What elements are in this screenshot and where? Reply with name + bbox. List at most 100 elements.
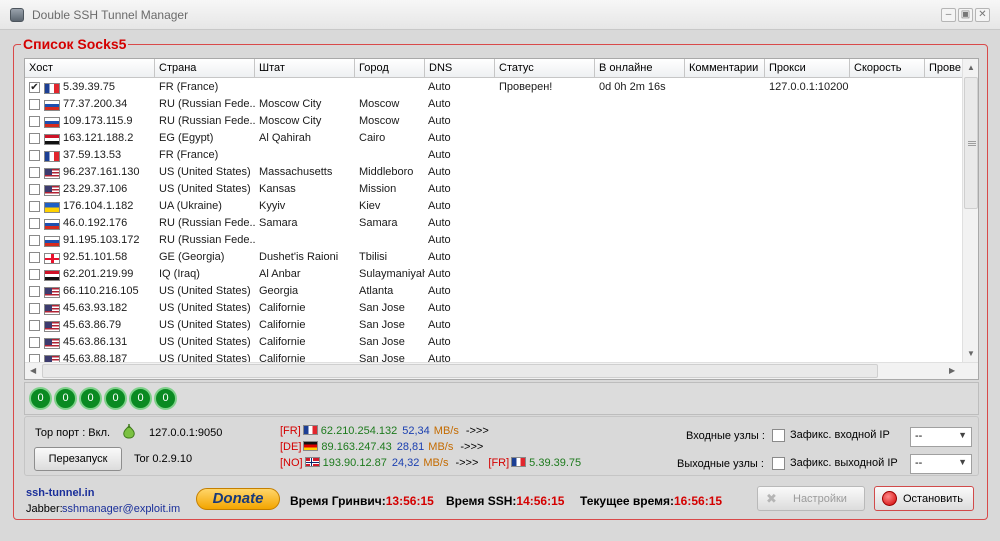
row-checkbox[interactable]: [29, 167, 40, 178]
row-checkbox[interactable]: [29, 252, 40, 263]
row-checkbox[interactable]: [29, 286, 40, 297]
row-checkbox[interactable]: [29, 337, 40, 348]
comment-cell: [689, 181, 765, 198]
table-row[interactable]: 91.195.103.172 RU (Russian Fede... Auto: [25, 232, 963, 249]
row-checkbox[interactable]: [29, 116, 40, 127]
row-checkbox[interactable]: [29, 320, 40, 331]
table-row[interactable]: 23.29.37.106 US (United States) Kansas Miss…: [25, 181, 963, 198]
table-row[interactable]: ✔ 5.39.39.75 FR (France) Auto Проверен! 0d 0h…: [25, 79, 963, 96]
site-link[interactable]: ssh-tunnel.in: [26, 487, 94, 499]
status-cell: [499, 317, 595, 334]
table-row[interactable]: 45.63.86.131 US (United States) Californie…: [25, 334, 963, 351]
flag-us-icon: [44, 168, 60, 179]
row-checkbox[interactable]: [29, 269, 40, 280]
vertical-scroll-thumb[interactable]: [964, 77, 978, 209]
column-header[interactable]: Прове: [925, 59, 963, 78]
column-header[interactable]: Прокси: [765, 59, 850, 78]
table-row[interactable]: 176.104.1.182 UA (Ukraine) Kyyiv Kiev Auto: [25, 198, 963, 215]
state-cell: Kansas: [259, 183, 296, 195]
fix-entry-ip-checkbox[interactable]: [772, 429, 785, 442]
donate-button[interactable]: Donate: [196, 488, 280, 510]
table-row[interactable]: 77.37.200.34 RU (Russian Fede... Moscow Ci…: [25, 96, 963, 113]
settings-button[interactable]: ✖ Настройки: [757, 486, 865, 511]
row-checkbox[interactable]: [29, 303, 40, 314]
city-cell: Samara: [359, 217, 398, 229]
table-row[interactable]: 37.59.13.53 FR (France) Auto: [25, 147, 963, 164]
column-header[interactable]: В онлайне: [595, 59, 685, 78]
table-row[interactable]: 45.63.86.79 US (United States) Californie S…: [25, 317, 963, 334]
column-header[interactable]: Скорость: [850, 59, 925, 78]
table-row[interactable]: 46.0.192.176 RU (Russian Fede... Samara Sam…: [25, 215, 963, 232]
online-cell: [599, 130, 685, 147]
column-header[interactable]: Комментарии: [685, 59, 765, 78]
dns-cell: Auto: [428, 268, 451, 280]
minimize-button[interactable]: –: [941, 8, 956, 22]
table-row[interactable]: 163.121.188.2 EG (Egypt) Al Qahirah Cairo Au…: [25, 130, 963, 147]
table-row[interactable]: 92.51.101.58 GE (Georgia) Dushet'is Raioni…: [25, 249, 963, 266]
row-checkbox[interactable]: [29, 184, 40, 195]
table-row[interactable]: 62.201.219.99 IQ (Iraq) Al Anbar Sulaymaniy…: [25, 266, 963, 283]
status-cell: [499, 232, 595, 249]
country-cell: UA (Ukraine): [159, 200, 222, 212]
row-checkbox[interactable]: [29, 99, 40, 110]
row-checkbox[interactable]: ✔: [29, 82, 40, 93]
entry-node-select[interactable]: -- ▼: [910, 427, 972, 447]
stop-label: Остановить: [903, 493, 964, 505]
row-checkbox[interactable]: [29, 150, 40, 161]
online-cell: [599, 147, 685, 164]
row-checkbox[interactable]: [29, 133, 40, 144]
column-header[interactable]: Хост: [25, 59, 155, 78]
column-header[interactable]: Страна: [155, 59, 255, 78]
column-header[interactable]: Статус: [495, 59, 595, 78]
proxy-cell: [769, 113, 851, 130]
row-checkbox[interactable]: [29, 218, 40, 229]
title-bar: Double SSH Tunnel Manager – ▣ ✕: [0, 0, 1000, 30]
scroll-right-icon[interactable]: ▶: [949, 366, 955, 375]
city-cell: [359, 147, 425, 164]
stop-icon: [882, 491, 897, 506]
table-row[interactable]: 45.63.93.182 US (United States) Californie…: [25, 300, 963, 317]
flag-fr-icon: [302, 425, 318, 435]
country-cell: US (United States): [159, 166, 251, 178]
online-cell: [599, 198, 685, 215]
column-header[interactable]: DNS: [425, 59, 495, 78]
row-checkbox[interactable]: [29, 201, 40, 212]
dns-cell: Auto: [428, 81, 451, 93]
column-header[interactable]: Город: [355, 59, 425, 78]
table-row[interactable]: 66.110.216.105 US (United States) Georgia A…: [25, 283, 963, 300]
state-cell: Californie: [259, 336, 306, 348]
tor-port-label: Тор порт : Вкл.: [35, 427, 111, 439]
table-row[interactable]: 96.237.161.130 US (United States) Massachu…: [25, 164, 963, 181]
scroll-left-icon[interactable]: ◀: [30, 366, 36, 375]
vertical-scrollbar[interactable]: ▲ ▼: [962, 59, 978, 362]
maximize-button[interactable]: ▣: [958, 8, 973, 22]
close-button[interactable]: ✕: [975, 8, 990, 22]
restart-button[interactable]: Перезапуск: [34, 447, 122, 471]
table-row[interactable]: 109.173.115.9 RU (Russian Fede... Moscow C…: [25, 113, 963, 130]
fix-exit-ip-checkbox[interactable]: [772, 457, 785, 470]
status-cell: [499, 198, 595, 215]
comment-cell: [689, 113, 765, 130]
column-header[interactable]: Штат: [255, 59, 355, 78]
state-cell: [259, 232, 355, 249]
scroll-down-icon[interactable]: ▼: [967, 349, 975, 358]
row-checkbox[interactable]: [29, 235, 40, 246]
status-cell: [499, 249, 595, 266]
exit-node-select[interactable]: -- ▼: [910, 454, 972, 474]
settings-label: Настройки: [793, 493, 847, 505]
jabber-contact[interactable]: sshmanager@exploit.im: [62, 503, 180, 515]
status-cell: [499, 215, 595, 232]
status-cell: [499, 266, 595, 283]
stop-button[interactable]: Остановить: [874, 486, 974, 511]
flag-us-icon: [44, 185, 60, 196]
proxy-cell: [769, 130, 851, 147]
state-cell: Kyyiv: [259, 200, 286, 212]
horizontal-scrollbar[interactable]: ◀ ▶: [25, 362, 978, 379]
chain-arrow: ->>>: [465, 425, 489, 437]
horizontal-scroll-thumb[interactable]: [42, 364, 878, 378]
host-cell: 45.63.86.131: [63, 336, 128, 348]
host-cell: 109.173.115.9: [63, 115, 133, 127]
dest-ip: 5.39.39.75: [529, 457, 582, 469]
counter-badge: 0: [104, 387, 127, 410]
scroll-up-icon[interactable]: ▲: [967, 63, 975, 72]
